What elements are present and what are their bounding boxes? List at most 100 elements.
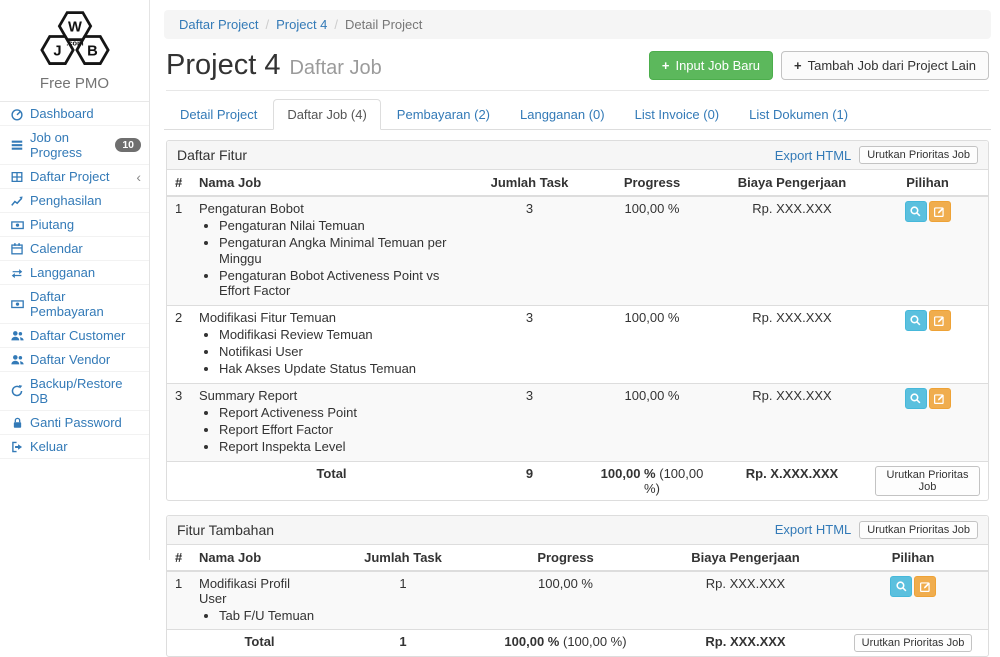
sidebar-item-calendar[interactable]: Calendar (0, 237, 149, 261)
search-icon (909, 314, 922, 327)
total-label: Total (191, 629, 328, 656)
page-subtitle: Daftar Job (289, 51, 381, 80)
row-no: 1 (167, 196, 191, 305)
table-row: 1 Modifikasi Profil User Tab F/U Temuan … (167, 571, 988, 630)
fitur-tambahan-panel-heading: Fitur Tambahan Export HTML Urutkan Prior… (167, 516, 988, 545)
page-title: Project 4 (166, 49, 280, 82)
subtask-list: Tab F/U Temuan (199, 608, 320, 623)
edit-job-button[interactable] (929, 201, 951, 222)
urutkan-prioritas-job-button[interactable]: Urutkan Prioritas Job (854, 634, 973, 652)
edit-job-button[interactable] (929, 310, 951, 331)
total-jumlah-task: 1 (328, 629, 478, 656)
exchange-icon (8, 266, 26, 280)
urutkan-prioritas-job-button[interactable]: Urutkan Prioritas Job (859, 146, 978, 164)
edit-job-button[interactable] (929, 388, 951, 409)
dashboard-icon (8, 107, 26, 121)
row-nama-job: Modifikasi Fitur Temuan Modifikasi Revie… (191, 305, 472, 383)
sidebar-item-label: Calendar (30, 241, 83, 256)
sidebar-item-keluar[interactable]: Keluar (0, 435, 149, 459)
money-icon (8, 218, 26, 232)
table-header-row: # Nama Job Jumlah Task Progress Biaya Pe… (167, 170, 988, 196)
view-job-button[interactable] (890, 576, 912, 597)
page-header: Project 4 Daftar Job Input Job Baru Tamb… (166, 49, 989, 82)
row-biaya: Rp. XXX.XXX (717, 305, 867, 383)
view-job-button[interactable] (905, 310, 927, 331)
row-nama-job: Summary Report Report Activeness Point R… (191, 383, 472, 461)
edit-job-button[interactable] (914, 576, 936, 597)
edit-icon (933, 392, 946, 405)
panel-tools: Export HTML Urutkan Prioritas Job (775, 146, 978, 164)
row-actions (838, 571, 988, 630)
breadcrumb: Daftar ProjectProject 4Detail Project (164, 10, 991, 39)
tab-daftar-job[interactable]: Daftar Job (4) (273, 99, 380, 130)
export-html-link[interactable]: Export HTML (775, 148, 852, 163)
row-progress: 100,00 % (587, 305, 717, 383)
tab-langganan[interactable]: Langganan (0) (506, 99, 619, 130)
tab-pembayaran[interactable]: Pembayaran (2) (383, 99, 504, 130)
subtask: Modifikasi Review Temuan (219, 327, 464, 342)
sidebar-item-penghasilan[interactable]: Penghasilan (0, 189, 149, 213)
sidebar: W J B .com Free PMO Dashboard Job on Pro… (0, 0, 150, 560)
tab-list-invoice[interactable]: List Invoice (0) (621, 99, 734, 130)
sidebar-item-ganti-password[interactable]: Ganti Password (0, 411, 149, 435)
total-spacer (167, 629, 191, 656)
sidebar-item-piutang[interactable]: Piutang (0, 213, 149, 237)
sidebar-item-dashboard[interactable]: Dashboard (0, 102, 149, 126)
export-html-link[interactable]: Export HTML (775, 522, 852, 537)
tab-detail-project[interactable]: Detail Project (166, 99, 271, 130)
col-nama-job: Nama Job (191, 170, 472, 196)
row-progress: 100,00 % (587, 196, 717, 305)
row-jumlah-task: 3 (472, 383, 587, 461)
table-total-row: Total 9 100,00 % (100,00 %) Rp. X.XXX.XX… (167, 461, 988, 500)
sidebar-item-daftar-pembayaran[interactable]: Daftar Pembayaran (0, 285, 149, 324)
list-icon (8, 138, 26, 152)
sidebar-item-label: Job on Progress (30, 130, 115, 160)
urutkan-prioritas-job-button[interactable]: Urutkan Prioritas Job (859, 521, 978, 539)
sidebar-item-langganan[interactable]: Langganan (0, 261, 149, 285)
subtask-list: Pengaturan Nilai Temuan Pengaturan Angka… (199, 218, 464, 299)
col-no: # (167, 170, 191, 196)
row-no: 2 (167, 305, 191, 383)
table-header-row: # Nama Job Jumlah Task Progress Biaya Pe… (167, 545, 988, 571)
sidebar-item-label: Backup/Restore DB (30, 376, 141, 406)
svg-text:.com: .com (66, 38, 84, 47)
money-icon (8, 297, 26, 311)
input-job-baru-button[interactable]: Input Job Baru (649, 51, 773, 80)
sidebar-item-label: Daftar Customer (30, 328, 125, 343)
row-jumlah-task: 3 (472, 196, 587, 305)
svg-text:W: W (68, 20, 82, 36)
table-icon (8, 170, 26, 184)
sidebar-item-daftar-customer[interactable]: Daftar Customer (0, 324, 149, 348)
view-job-button[interactable] (905, 388, 927, 409)
sidebar-item-daftar-vendor[interactable]: Daftar Vendor (0, 348, 149, 372)
sidebar-item-daftar-project[interactable]: Daftar Project (0, 165, 149, 189)
edit-icon (919, 580, 932, 593)
job-name: Summary Report (199, 388, 297, 403)
total-biaya: Rp. XXX.XXX (653, 629, 838, 656)
edit-icon (933, 314, 946, 327)
sidebar-item-label: Penghasilan (30, 193, 102, 208)
chevron-left-icon (136, 172, 141, 182)
fitur-tambahan-table: # Nama Job Jumlah Task Progress Biaya Pe… (167, 545, 988, 656)
total-progress-value: 100,00 % (504, 634, 559, 649)
tab-list-dokumen[interactable]: List Dokumen (1) (735, 99, 862, 130)
breadcrumb-daftar-project[interactable]: Daftar Project (179, 17, 258, 32)
urutkan-prioritas-job-button[interactable]: Urutkan Prioritas Job (875, 466, 980, 496)
search-icon (895, 580, 908, 593)
sidebar-item-job-on-progress[interactable]: Job on Progress 10 (0, 126, 149, 165)
col-biaya-pengerjaan: Biaya Pengerjaan (717, 170, 867, 196)
breadcrumb-project-4[interactable]: Project 4 (276, 17, 327, 32)
subtask: Pengaturan Angka Minimal Temuan per Ming… (219, 235, 464, 266)
sign-out-icon (8, 440, 26, 454)
total-progress-note: (100,00 %) (563, 634, 627, 649)
sidebar-item-backup-restore-db[interactable]: Backup/Restore DB (0, 372, 149, 411)
app-logo: W J B .com Free PMO (0, 0, 149, 92)
subtask-list: Report Activeness Point Report Effort Fa… (199, 405, 464, 455)
subtask: Pengaturan Nilai Temuan (219, 218, 464, 233)
total-spacer (167, 461, 191, 500)
view-job-button[interactable] (905, 201, 927, 222)
row-actions (867, 383, 988, 461)
tambah-job-dari-project-lain-button[interactable]: Tambah Job dari Project Lain (781, 51, 989, 80)
subtask: Pengaturan Bobot Activeness Point vs Eff… (219, 268, 464, 299)
lock-icon (8, 416, 26, 430)
